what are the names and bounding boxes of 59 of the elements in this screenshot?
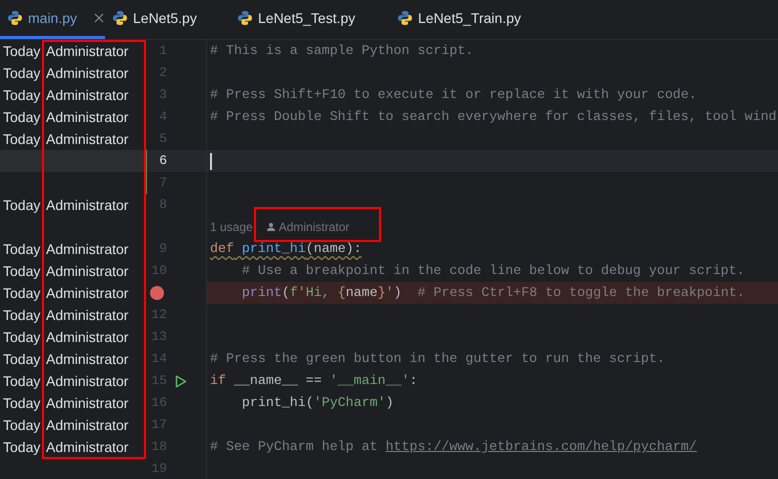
python-file-icon xyxy=(397,10,413,26)
annotation-author: Administrator xyxy=(46,394,128,412)
annotation-author: Administrator xyxy=(46,42,128,60)
annotation-author: Administrator xyxy=(46,306,128,324)
annotation-author: Administrator xyxy=(46,262,128,280)
code-line: # Press Shift+F10 to execute it or replace it with your code. xyxy=(210,86,697,104)
code-line: # See PyCharm help at https://www.jetbrains.com/help/pycharm/ xyxy=(210,438,697,456)
annotation-author: Administrator xyxy=(46,108,128,126)
annotation-author: Administrator xyxy=(46,350,128,368)
python-file-icon xyxy=(237,10,253,26)
code-line: # Press the green button in the gutter to run the script. xyxy=(210,350,665,368)
annotation-author: Administrator xyxy=(46,64,128,82)
python-file-icon xyxy=(7,10,23,26)
annotation-date: Today xyxy=(3,130,42,149)
annotation-date: Today xyxy=(3,42,42,61)
code-line: print_hi('PyCharm') xyxy=(240,394,394,412)
person-icon xyxy=(266,223,275,231)
annotation-date: Today xyxy=(3,240,42,259)
text-cursor xyxy=(210,152,212,170)
run-icon[interactable] xyxy=(175,374,187,388)
annotation-date: Today xyxy=(3,284,42,303)
annotation-author: Administrator xyxy=(46,416,128,434)
annotation-date: Today xyxy=(3,438,42,457)
close-icon[interactable] xyxy=(94,13,104,23)
annotation-date: Today xyxy=(3,86,42,105)
annotation-date: Today xyxy=(3,306,42,325)
editor-tab[interactable]: main.py xyxy=(0,0,105,39)
code-line: # This is a sample Python script. xyxy=(210,42,474,60)
annotation-author: Administrator xyxy=(46,372,128,390)
annotation-author: Administrator xyxy=(46,438,128,456)
usage-hint[interactable]: 1 usage xyxy=(210,218,253,236)
author-hint[interactable]: Administrator xyxy=(266,218,350,236)
annotation-date: Today xyxy=(3,328,42,347)
editor-tab[interactable]: LeNet5_Train.py xyxy=(390,0,560,39)
code-line: if __name__ == '__main__': xyxy=(210,372,418,390)
breakpoint-icon[interactable] xyxy=(150,286,164,300)
line-number: 6 xyxy=(158,152,167,170)
annotation-date: Today xyxy=(3,196,42,215)
annotation-date: Today xyxy=(3,372,42,391)
annotation-author: Administrator xyxy=(46,240,128,258)
annotation-author: Administrator xyxy=(46,284,128,302)
editor-tab[interactable]: LeNet5_Test.py xyxy=(230,0,390,39)
annotation-author: Administrator xyxy=(46,130,128,148)
editor-tab[interactable]: LeNet5.py xyxy=(105,0,230,39)
annotation-author: Administrator xyxy=(46,196,128,214)
annotation-date: Today xyxy=(3,350,42,369)
code-line: def print_hi(name): xyxy=(210,240,362,258)
annotation-date: Today xyxy=(3,108,42,127)
code-line: print(f'Hi, {name}') # Press Ctrl+F8 to toggle the breakpoint. xyxy=(240,284,745,302)
annotation-date: Today xyxy=(3,416,42,435)
code-line: # Press Double Shift to search everywhere for classes, files, tool wind xyxy=(210,108,777,126)
annotation-author: Administrator xyxy=(46,86,128,104)
annotation-date: Today xyxy=(3,394,42,413)
annotation-author: Administrator xyxy=(46,328,128,346)
python-file-icon xyxy=(112,10,128,26)
help-link[interactable]: https://www.jetbrains.com/help/pycharm/ xyxy=(386,439,697,454)
annotation-date: Today xyxy=(3,64,42,83)
annotation-date: Today xyxy=(3,262,42,281)
code-line: # Use a breakpoint in the code line below to debug your script. xyxy=(240,262,745,280)
